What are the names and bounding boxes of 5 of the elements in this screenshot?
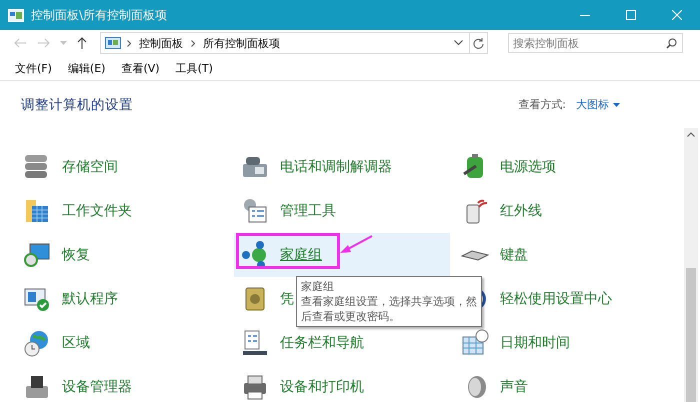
tooltip-text: 查看家庭组设置，选择共享选项，然后查看或更改密码。 [301,294,477,324]
view-by-label: 查看方式: [518,97,566,112]
window-title: 控制面板\所有控制面板项 [31,6,168,24]
tooltip-title: 家庭组 [301,279,335,294]
page-heading: 调整计算机的设置 [21,96,134,114]
